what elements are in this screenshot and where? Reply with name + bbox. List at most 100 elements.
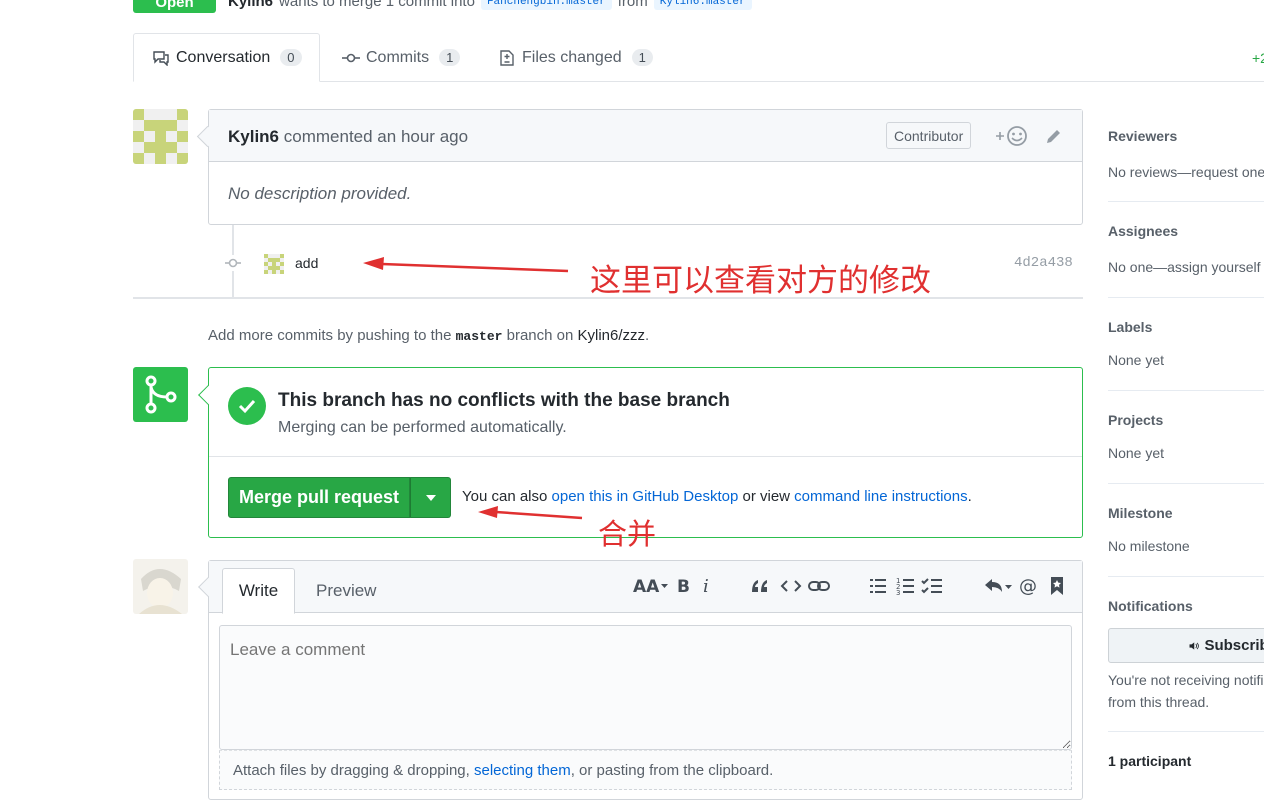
- file-diff-icon: [500, 49, 514, 66]
- svg-text:@: @: [1019, 576, 1037, 596]
- command-line-instructions-link[interactable]: command line instructions: [794, 488, 967, 505]
- merge-status-title: This branch has no conflicts with the ba…: [278, 390, 730, 411]
- sidebar-divider: [1108, 731, 1264, 732]
- sidebar-assignees-value[interactable]: No one—assign yourself: [1108, 259, 1261, 275]
- bookmark-icon[interactable]: [1049, 574, 1065, 598]
- current-user-avatar[interactable]: [133, 559, 188, 614]
- annotation-view-changes: 这里可以查看对方的修改: [590, 263, 931, 299]
- sidebar-reviewers-title[interactable]: Reviewers: [1108, 128, 1177, 144]
- commit-author-avatar[interactable]: [264, 254, 284, 274]
- select-files-link[interactable]: selecting them: [474, 762, 571, 779]
- edit-pencil-icon[interactable]: [1045, 127, 1063, 145]
- svg-text:3: 3: [896, 589, 900, 596]
- tab-commits-count: 1: [439, 49, 461, 66]
- tab-conversation-label: Conversation: [176, 48, 271, 66]
- sidebar-assignees-title[interactable]: Assignees: [1108, 223, 1178, 239]
- subscribe-button-label: Subscribe: [1204, 637, 1264, 654]
- timeline-divider: [133, 297, 1083, 299]
- push-hint-suffix: .: [645, 327, 650, 344]
- git-commit-icon: [342, 53, 360, 62]
- contributor-badge-label: Contributor: [894, 127, 964, 144]
- tab-files-changed-label: Files changed: [522, 48, 622, 66]
- notifications-reason-line2: from this thread.: [1108, 694, 1210, 710]
- annotation-arrow-commits: [363, 257, 569, 273]
- pr-author[interactable]: Kylin6: [228, 0, 273, 10]
- task-list-icon[interactable]: [921, 574, 943, 598]
- notifications-reason-line1: You're not receiving notifications: [1108, 672, 1264, 688]
- svg-text:B: B: [677, 577, 690, 596]
- triangle-down-icon: [425, 494, 436, 501]
- attach-suffix: , or pasting from the clipboard.: [570, 762, 774, 779]
- check-circle-icon: [228, 387, 266, 425]
- base-ref[interactable]: Fanchengbin:master: [480, 0, 612, 10]
- merge-pull-request-button[interactable]: Merge pull request: [228, 477, 410, 518]
- author-avatar[interactable]: [133, 109, 188, 164]
- merge-status-icon: [133, 367, 188, 422]
- commit-message[interactable]: add: [295, 255, 318, 271]
- sidebar-reviewers-value[interactable]: No reviews—request one: [1108, 164, 1264, 180]
- push-hint-prefix: Add more commits by pushing to the: [208, 327, 452, 344]
- svg-text:AA: AA: [633, 577, 660, 596]
- text-size-icon[interactable]: AA: [633, 574, 669, 598]
- pr-state-label: Open: [155, 0, 194, 11]
- mention-icon[interactable]: @: [1019, 574, 1039, 598]
- sidebar-divider: [1108, 201, 1264, 202]
- sidebar-projects-value: None yet: [1108, 445, 1165, 461]
- quote-icon[interactable]: [750, 574, 770, 598]
- merge-alt-suffix: .: [967, 488, 972, 505]
- sidebar-notifications-title: Notifications: [1108, 598, 1193, 614]
- diffstat: +2: [1252, 50, 1264, 66]
- comment-author[interactable]: Kylin6: [228, 127, 279, 146]
- subscribe-button[interactable]: Subscribe: [1108, 628, 1264, 663]
- sidebar-projects-title[interactable]: Projects: [1108, 412, 1163, 428]
- comment-meta[interactable]: commented an hour ago: [284, 127, 468, 146]
- sidebar-divider: [1108, 297, 1264, 298]
- add-reaction-icon[interactable]: [994, 124, 1030, 148]
- merge-button-label: Merge pull request: [238, 487, 400, 507]
- pr-state-badge: Open: [133, 0, 216, 13]
- pr-header-summary: Kylin6 wants to merge 1 commit into Fanc…: [228, 0, 752, 10]
- tab-commits-label: Commits: [366, 48, 430, 66]
- merge-alt-middle: or view: [742, 488, 790, 505]
- unordered-list-icon[interactable]: [868, 574, 888, 598]
- contributor-badge: Contributor: [886, 122, 972, 149]
- comment-author-line: Kylin6 commented an hour ago: [228, 127, 468, 147]
- code-icon[interactable]: [780, 574, 802, 598]
- ordered-list-icon[interactable]: 123: [896, 574, 916, 598]
- annotation-arrow-merge: [478, 506, 583, 520]
- push-hint-middle: branch on: [506, 327, 574, 344]
- comment-textarea[interactable]: [219, 625, 1072, 750]
- sidebar-divider: [1108, 576, 1264, 577]
- merge-status-subtitle: Merging can be performed automatically.: [278, 419, 567, 436]
- sidebar-labels-title[interactable]: Labels: [1108, 319, 1152, 335]
- merge-box-divider: [209, 456, 1082, 457]
- reply-icon[interactable]: [983, 574, 1013, 598]
- push-hint: Add more commits by pushing to the maste…: [208, 327, 649, 344]
- sidebar-milestone-title[interactable]: Milestone: [1108, 505, 1173, 521]
- svg-text:i: i: [703, 576, 709, 596]
- head-ref[interactable]: Kylin6:master: [653, 0, 752, 10]
- italic-icon[interactable]: i: [700, 574, 714, 598]
- tab-conversation[interactable]: Conversation 0: [133, 33, 320, 82]
- pr-summary-text: wants to merge 1 commit into: [279, 0, 475, 10]
- from-text: from: [617, 0, 648, 10]
- attach-files-bar[interactable]: Attach files by dragging & dropping, sel…: [219, 750, 1072, 790]
- annotation-merge: 合并: [598, 517, 657, 551]
- sidebar-divider: [1108, 390, 1264, 391]
- sidebar-labels-value: None yet: [1108, 352, 1165, 368]
- commit-sha[interactable]: 4d2a438: [1014, 255, 1073, 271]
- link-icon[interactable]: [808, 574, 830, 598]
- bold-icon[interactable]: B: [676, 574, 692, 598]
- tab-files-changed[interactable]: Files changed 1: [498, 33, 653, 82]
- tab-commits[interactable]: Commits 1: [342, 33, 461, 82]
- tab-conversation-count: 0: [280, 49, 302, 66]
- push-hint-repo[interactable]: Kylin6/zzz: [578, 327, 646, 344]
- tab-files-changed-count: 1: [631, 49, 653, 66]
- tab-write-label: Write: [238, 581, 279, 600]
- merge-method-dropdown[interactable]: [410, 477, 451, 518]
- sidebar-participants: 1 participant: [1108, 753, 1192, 769]
- tab-preview[interactable]: Preview: [316, 581, 376, 601]
- tab-write[interactable]: Write: [222, 568, 295, 614]
- git-merge-icon: [145, 375, 177, 414]
- sidebar-divider: [1108, 483, 1264, 484]
